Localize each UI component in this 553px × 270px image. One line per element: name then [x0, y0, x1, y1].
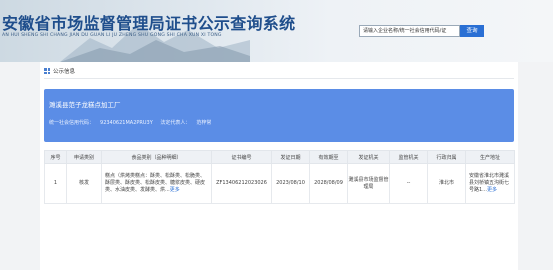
divider: [44, 78, 514, 79]
cell-address: 安徽省淮北市濉溪县刘桥镇五沟街七号路1...更多: [465, 163, 515, 204]
table-row: 1 核发 糕点（烘烤类糕点：酥类、松酥类、松脆类、酥层类、酥皮类、松酥皮类、糖浆…: [44, 163, 515, 204]
page-subtitle: AN HUI SHENG SHI CHANG JIAN DU GUAN LI J…: [2, 33, 222, 38]
grid-icon: [44, 68, 50, 74]
company-meta: 统一社会信用代码： 92340621MA2PRU3Y 法定代表人： 范梓常: [49, 119, 217, 126]
main-panel: 公示信息 濉溪县范子龙糕点加工厂 统一社会信用代码： 92340621MA2PRU…: [40, 62, 518, 270]
cell-type: 核发: [66, 163, 102, 204]
cell-cert-no: ZF13406212023026: [211, 163, 272, 204]
credit-code-label: 统一社会信用代码：: [49, 120, 95, 126]
col-category: 食品类别（品种明细）: [101, 150, 212, 164]
col-cert-no: 证书编号: [211, 150, 272, 164]
legal-rep: 范梓常: [196, 120, 212, 126]
cell-category: 糕点（烘烤类糕点：酥类、松酥类、松脆类、酥层类、酥皮类、松酥皮类、糖浆皮类、硬皮…: [101, 163, 212, 204]
credit-code: 92340621MA2PRU3Y: [100, 120, 153, 126]
certificate-table: 序号 申请类别 食品类别（品种明细） 证书编号 发证日期 有效期至 发证机关 监…: [44, 150, 515, 204]
col-address: 生产地址: [465, 150, 515, 164]
page-title: 安徽省市场监督管理局证书公示查询系统: [2, 14, 296, 33]
col-type: 申请类别: [66, 150, 102, 164]
table-header-row: 序号 申请类别 食品类别（品种明细） 证书编号 发证日期 有效期至 发证机关 监…: [44, 150, 515, 164]
search-input[interactable]: 请输入企业名称/统一社会信用代码/证: [359, 25, 460, 37]
legal-rep-label: 法定代表人：: [160, 120, 191, 126]
col-expire-date: 有效期至: [309, 150, 348, 164]
cell-region: 淮北市: [427, 163, 466, 204]
search-button[interactable]: 查询: [460, 25, 484, 37]
col-issue-date: 发证日期: [271, 150, 310, 164]
col-supervisor: 监管机关: [389, 150, 428, 164]
section-title: 公示信息: [53, 69, 76, 75]
col-issuer: 发证机关: [347, 150, 390, 164]
cell-index: 1: [44, 163, 67, 204]
cell-issue-date: 2023/08/10: [271, 163, 310, 204]
category-text: 糕点（烘烤类糕点：酥类、松酥类、松脆类、酥层类、酥皮类、松酥皮类、糖浆皮类、硬皮…: [105, 173, 206, 193]
address-more-link[interactable]: 更多: [487, 187, 497, 193]
cell-supervisor: --: [389, 163, 428, 204]
col-region: 行政归属: [427, 150, 466, 164]
category-more-link[interactable]: 更多: [170, 187, 180, 193]
company-card: 濉溪县范子龙糕点加工厂 统一社会信用代码： 92340621MA2PRU3Y 法定…: [44, 89, 514, 142]
col-index: 序号: [44, 150, 67, 164]
header-banner: 安徽省市场监督管理局证书公示查询系统 AN HUI SHENG SHI CHAN…: [0, 0, 553, 62]
company-name: 濉溪县范子龙糕点加工厂: [49, 101, 121, 109]
cell-issuer: 濉溪县市场监督管理局: [347, 163, 390, 204]
cell-expire-date: 2028/08/09: [309, 163, 348, 204]
section-header: 公示信息: [44, 66, 75, 76]
